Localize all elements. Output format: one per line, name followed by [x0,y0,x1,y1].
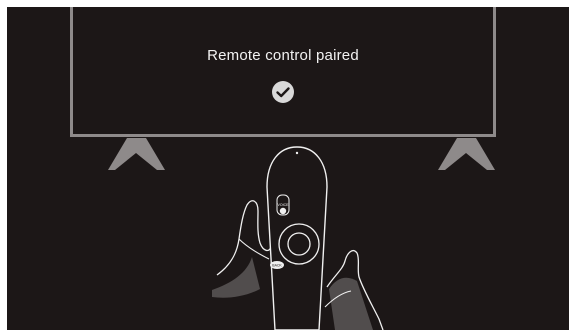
remote-led [295,151,299,155]
pairing-screen: Remote control paired VOICE BACK [7,7,569,330]
right-hand-shadow [329,277,373,330]
remote-illustration: VOICE BACK [212,146,384,330]
left-hand-outline [216,200,272,276]
back-button-label: BACK [272,264,282,268]
voice-button-label: VOICE [278,203,290,207]
left-hand-shadow [212,257,260,298]
voice-button-dot [279,207,287,215]
